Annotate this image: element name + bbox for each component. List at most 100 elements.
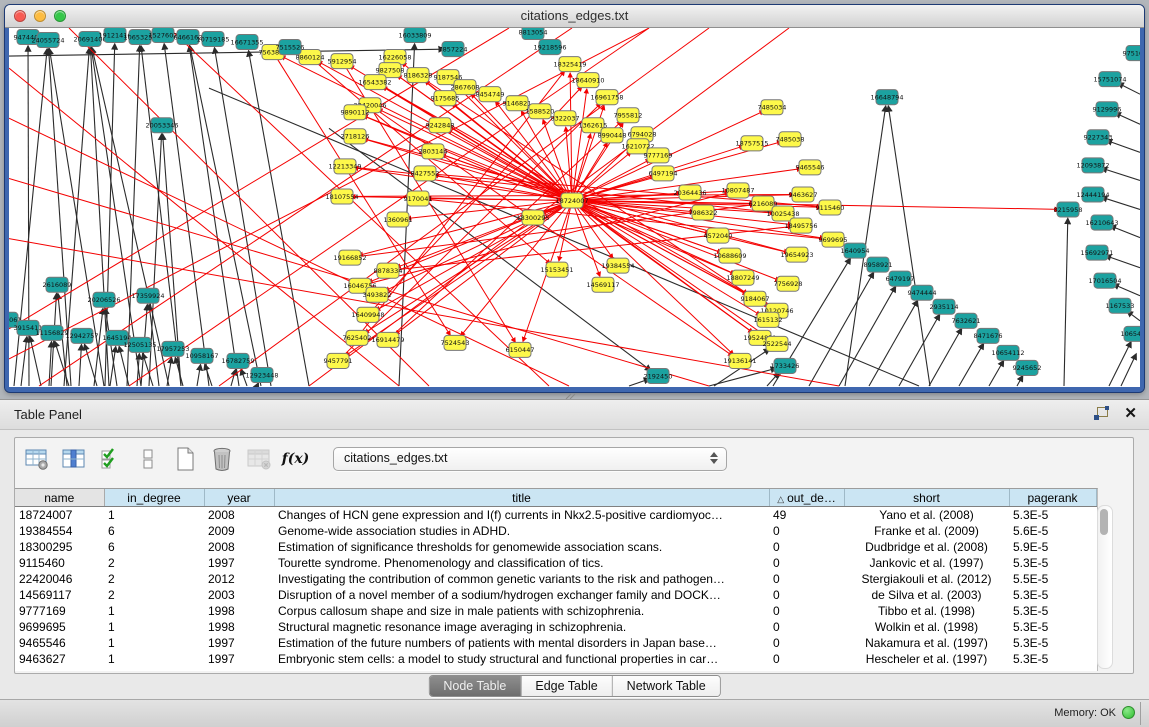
graph-edge[interactable] <box>164 44 209 386</box>
graph-edge[interactable] <box>1106 140 1140 152</box>
graph-node[interactable]: 9699695 <box>819 232 848 247</box>
graph-node[interactable]: 8958921 <box>864 257 893 272</box>
graph-node[interactable]: 12444194 <box>1076 187 1109 202</box>
graph-node[interactable]: 8813054 <box>519 28 548 40</box>
graph-node[interactable]: 7955812 <box>614 108 643 123</box>
graph-node[interactable]: 7986322 <box>689 205 718 220</box>
graph-edge[interactable] <box>143 353 153 386</box>
graph-edge[interactable] <box>214 48 271 386</box>
graph-node[interactable]: 7857224 <box>439 42 468 57</box>
graph-edge[interactable] <box>257 383 258 386</box>
network-canvas[interactable]: 1872400775638228860124591295416226058982… <box>9 28 1140 387</box>
graph-edge[interactable] <box>141 46 181 386</box>
graph-node[interactable]: 9751074 <box>1123 46 1140 61</box>
node-table[interactable]: namein_degreeyeartitle△out_de…shortpager… <box>15 488 1098 671</box>
graph-edge[interactable] <box>869 301 918 386</box>
table-row[interactable]: 2242004622012Investigating the contribut… <box>15 571 1096 587</box>
column-header-title[interactable]: title <box>274 489 769 507</box>
graph-edge[interactable] <box>1109 342 1131 386</box>
graph-node[interactable]: 2522544 <box>763 336 792 351</box>
graph-node[interactable]: 2616089 <box>43 277 72 292</box>
graph-edge[interactable] <box>30 337 41 386</box>
graph-edge[interactable] <box>1110 226 1140 238</box>
table-selector-dropdown[interactable]: citations_edges.txt <box>333 447 727 471</box>
graph-edge[interactable] <box>1118 83 1140 94</box>
graph-edge[interactable] <box>197 365 201 386</box>
tab-network-table[interactable]: Network Table <box>613 676 720 696</box>
tab-edge-table[interactable]: Edge Table <box>521 676 612 696</box>
graph-node[interactable]: 1167533 <box>1106 298 1135 313</box>
graph-edge[interactable] <box>989 361 1004 386</box>
graph-node[interactable]: 7485034 <box>758 100 787 115</box>
graph-node[interactable]: 8454749 <box>476 87 505 102</box>
graph-edge[interactable] <box>1102 197 1140 209</box>
graph-node[interactable]: 9890112 <box>341 105 370 120</box>
graph-node[interactable]: 9129996 <box>1093 102 1122 117</box>
table-row[interactable]: 969969511998Structural magnetic resonanc… <box>15 619 1096 635</box>
graph-node[interactable]: 14569117 <box>586 277 619 292</box>
table-row[interactable]: 1938455462009Genome-wide association stu… <box>15 523 1096 539</box>
graph-node[interactable]: 18757515 <box>735 136 768 151</box>
graph-node[interactable]: 9777169 <box>644 148 673 163</box>
graph-edge[interactable] <box>9 118 569 386</box>
graph-node[interactable]: 7524543 <box>441 335 470 350</box>
table-settings-icon[interactable] <box>23 446 50 472</box>
graph-edge[interactable] <box>929 329 962 386</box>
graph-node[interactable]: 8186328 <box>404 68 433 83</box>
graph-node[interactable]: 8990448 <box>598 128 627 143</box>
table-row[interactable]: 946362711997Embryonic stem cells: a mode… <box>15 651 1096 667</box>
graph-node[interactable]: 9175685 <box>431 91 460 106</box>
graph-node[interactable]: 12942757 <box>65 328 98 343</box>
graph-edge[interactable] <box>1064 219 1068 386</box>
graph-edge[interactable] <box>899 315 940 386</box>
graph-node[interactable]: 9242848 <box>426 118 455 133</box>
graph-edge[interactable] <box>959 344 983 386</box>
table-panel-titlebar[interactable]: Table Panel ✕ <box>0 400 1149 430</box>
graph-edge[interactable] <box>359 200 572 255</box>
table-row[interactable]: 1830029562008Estimation of significance … <box>15 539 1096 555</box>
graph-node[interactable]: 6497194 <box>649 166 678 181</box>
graph-node[interactable]: 7515526 <box>276 40 305 55</box>
graph-node[interactable]: 16671355 <box>230 35 263 50</box>
graph-node[interactable]: 10688609 <box>713 248 746 263</box>
graph-edge[interactable] <box>1105 256 1140 268</box>
graph-node[interactable]: 1360961 <box>384 212 413 227</box>
graph-edge[interactable] <box>249 51 309 386</box>
graph-node[interactable]: 2935114 <box>930 299 959 314</box>
table-row[interactable]: 977716911998Corpus callosum shape and si… <box>15 603 1096 619</box>
graph-node[interactable]: 19166852 <box>333 250 366 265</box>
graph-node[interactable]: 16210643 <box>1085 215 1118 230</box>
graph-node[interactable]: 9115460 <box>816 200 845 215</box>
graph-node[interactable]: 4572040 <box>704 228 733 243</box>
table-row[interactable]: 911546021997Tourette syndrome. Phenomeno… <box>15 555 1096 571</box>
graph-edge[interactable] <box>110 347 116 386</box>
column-header-year[interactable]: year <box>204 489 274 507</box>
close-panel-icon[interactable]: ✕ <box>1124 406 1137 421</box>
network-graph-svg[interactable]: 1872400775638228860124591295416226058982… <box>9 28 1140 387</box>
graph-node[interactable]: 16648794 <box>870 90 903 105</box>
column-header-name[interactable]: name <box>15 489 104 507</box>
graph-edge[interactable] <box>1102 168 1140 180</box>
graph-node[interactable]: 8427552 <box>411 166 440 181</box>
float-panel-icon[interactable] <box>1093 406 1110 421</box>
graph-edge[interactable] <box>190 46 261 386</box>
table-row[interactable]: 1872400712008Changes of HCN gene express… <box>15 507 1096 524</box>
column-header-in_degree[interactable]: in_degree <box>104 489 204 507</box>
graph-node[interactable]: 7625402 <box>343 330 372 345</box>
graph-node[interactable]: 15153451 <box>540 262 573 277</box>
graph-node[interactable]: 7485038 <box>776 132 805 147</box>
graph-node[interactable]: 1615132 <box>754 312 783 327</box>
graph-node[interactable]: 1733426 <box>771 358 800 373</box>
graph-edge[interactable] <box>21 337 27 386</box>
function-builder-icon[interactable]: f(x) <box>282 446 309 472</box>
scrollbar-thumb[interactable] <box>1100 509 1108 535</box>
table-vertical-scrollbar[interactable] <box>1097 505 1113 669</box>
select-rows-icon[interactable] <box>97 446 124 472</box>
graph-node[interactable]: 9463627 <box>789 187 818 202</box>
graph-node[interactable]: 9184067 <box>741 291 770 306</box>
graph-edge[interactable] <box>809 272 874 385</box>
graph-node[interactable]: 10958167 <box>185 348 218 363</box>
delete-icon[interactable] <box>208 446 235 472</box>
window-titlebar[interactable]: citations_edges.txt <box>5 5 1144 28</box>
graph-node[interactable]: 19218596 <box>533 40 566 55</box>
